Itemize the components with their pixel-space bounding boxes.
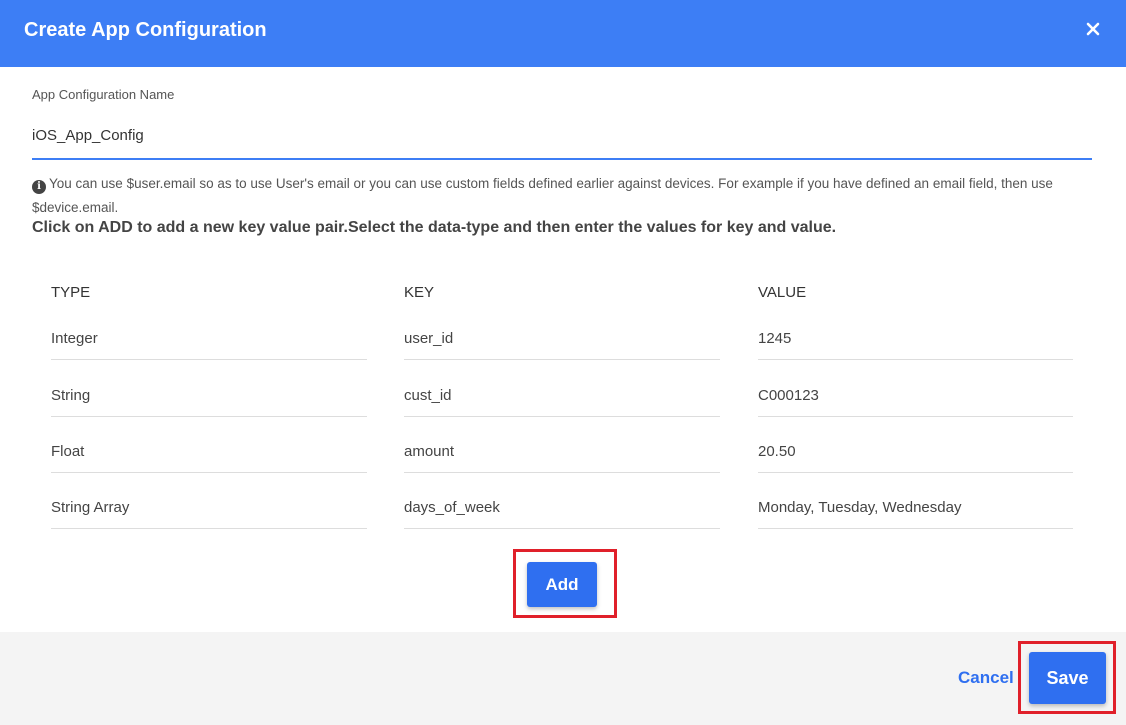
close-button[interactable]	[1080, 16, 1106, 42]
row-key-field[interactable]: days_of_week	[404, 489, 720, 529]
info-icon: i	[32, 180, 46, 194]
save-button[interactable]: Save	[1029, 652, 1106, 704]
info-note: i You can use $user.email so as to use Us…	[32, 172, 1102, 220]
row-value-field[interactable]: 20.50	[758, 433, 1073, 473]
row-value-field[interactable]: 1245	[758, 320, 1073, 360]
cancel-button[interactable]: Cancel	[958, 668, 1014, 688]
instruction-text: Click on ADD to add a new key value pair…	[32, 219, 837, 236]
row-type-field[interactable]: Float	[51, 433, 367, 473]
info-text: You can use $user.email so as to use Use…	[32, 176, 1053, 215]
row-type-field[interactable]: String	[51, 377, 367, 417]
row-key-field[interactable]: amount	[404, 433, 720, 473]
row-key-field[interactable]: user_id	[404, 320, 720, 360]
row-type-field[interactable]: Integer	[51, 320, 367, 360]
config-name-label: App Configuration Name	[32, 87, 175, 102]
header-value: VALUE	[758, 284, 807, 301]
config-name-input[interactable]	[32, 122, 1092, 160]
row-type-field[interactable]: String Array	[51, 489, 367, 529]
create-app-config-dialog: Create App Configuration App Configurati…	[0, 0, 1126, 725]
header-key: KEY	[404, 284, 435, 301]
dialog-title: Create App Configuration	[24, 19, 267, 41]
add-button[interactable]: Add	[527, 562, 597, 607]
row-value-field[interactable]: C000123	[758, 377, 1073, 417]
close-icon	[1086, 22, 1100, 36]
row-key-field[interactable]: cust_id	[404, 377, 720, 417]
header-type: TYPE	[51, 284, 91, 301]
dialog-header: Create App Configuration	[0, 0, 1126, 67]
row-value-field[interactable]: Monday, Tuesday, Wednesday	[758, 489, 1073, 529]
